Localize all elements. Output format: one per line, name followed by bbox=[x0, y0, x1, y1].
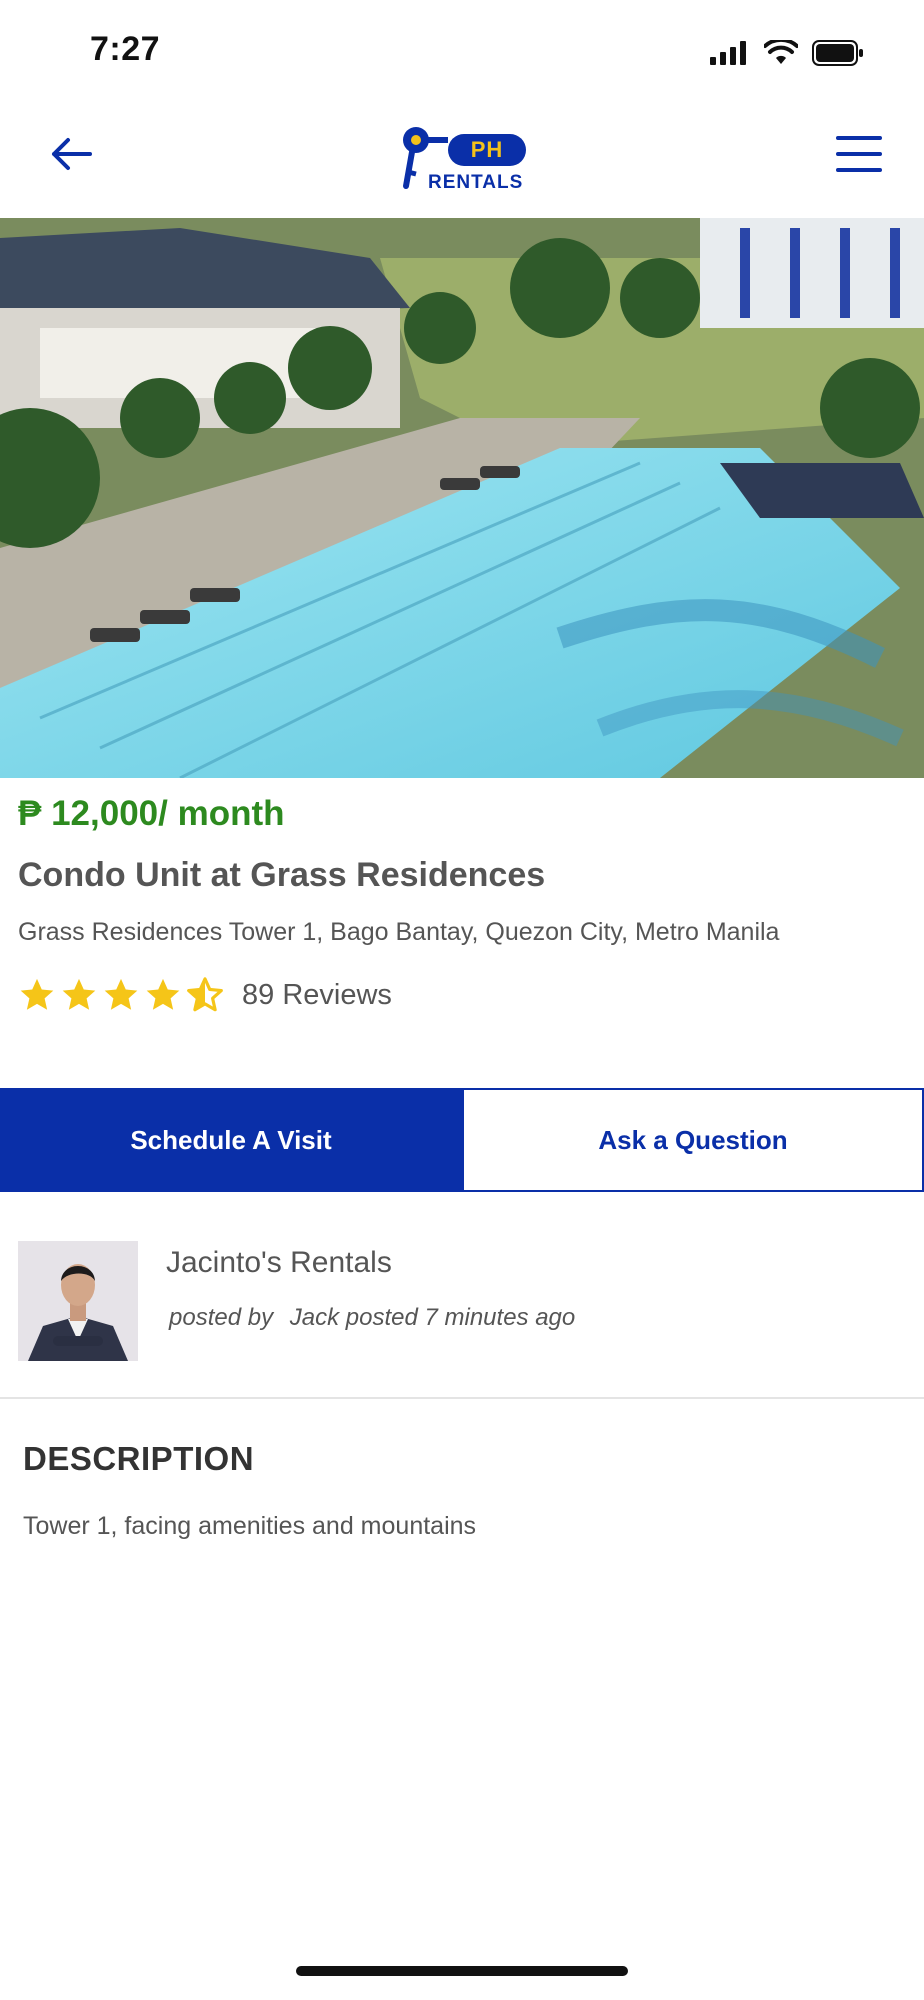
status-icons bbox=[710, 40, 864, 66]
action-buttons: Schedule A Visit Ask a Question bbox=[0, 1088, 924, 1192]
star-full-icon bbox=[20, 978, 54, 1010]
menu-button[interactable] bbox=[834, 132, 884, 176]
logo-rentals-text: RENTALS bbox=[428, 172, 524, 193]
avatar-image bbox=[18, 1241, 138, 1361]
ph-rentals-logo[interactable]: PH RENTALS bbox=[398, 122, 528, 193]
arrow-left-icon bbox=[52, 138, 92, 170]
schedule-visit-button[interactable]: Schedule A Visit bbox=[0, 1088, 462, 1192]
wifi-icon bbox=[764, 40, 798, 64]
star-half-icon bbox=[187, 977, 223, 1012]
ask-question-button[interactable]: Ask a Question bbox=[462, 1088, 924, 1192]
avatar[interactable] bbox=[18, 1241, 138, 1361]
star-full-icon bbox=[104, 978, 138, 1010]
signal-icon bbox=[710, 41, 746, 65]
back-button[interactable] bbox=[46, 130, 96, 180]
logo-ph-text: PH bbox=[448, 134, 526, 166]
poster-card[interactable]: Jacinto's Rentals posted by Jack posted … bbox=[0, 1192, 924, 1398]
poster-name[interactable]: Jacinto's Rentals bbox=[166, 1246, 392, 1280]
hamburger-menu-icon bbox=[836, 136, 882, 172]
listing-photo[interactable] bbox=[0, 218, 924, 778]
home-indicator[interactable] bbox=[296, 1966, 628, 1976]
top-nav: PH RENTALS bbox=[0, 110, 924, 220]
status-time: 7:27 bbox=[90, 30, 161, 68]
section-divider bbox=[0, 1397, 924, 1399]
description-heading: DESCRIPTION bbox=[23, 1440, 255, 1477]
posted-line: posted by Jack posted 7 minutes ago bbox=[169, 1304, 575, 1332]
reviews-count[interactable]: 89 Reviews bbox=[242, 979, 392, 1012]
star-rating bbox=[18, 976, 224, 1014]
status-bar: 7:27 bbox=[0, 0, 924, 100]
listing-title: Condo Unit at Grass Residences bbox=[18, 856, 546, 894]
description-text: Tower 1, facing amenities and mountains bbox=[23, 1512, 477, 1540]
star-full-icon bbox=[146, 978, 180, 1010]
rating-row[interactable]: 89 Reviews bbox=[18, 976, 392, 1014]
listing-photo-image bbox=[0, 218, 924, 778]
posted-by-label: posted by bbox=[169, 1304, 274, 1331]
star-full-icon bbox=[62, 978, 96, 1010]
posted-time: Jack posted 7 minutes ago bbox=[289, 1304, 576, 1331]
listing-address: Grass Residences Tower 1, Bago Bantay, Q… bbox=[18, 918, 780, 946]
listing-price: ₱ 12,000/ month bbox=[18, 794, 285, 833]
battery-icon bbox=[812, 40, 863, 66]
